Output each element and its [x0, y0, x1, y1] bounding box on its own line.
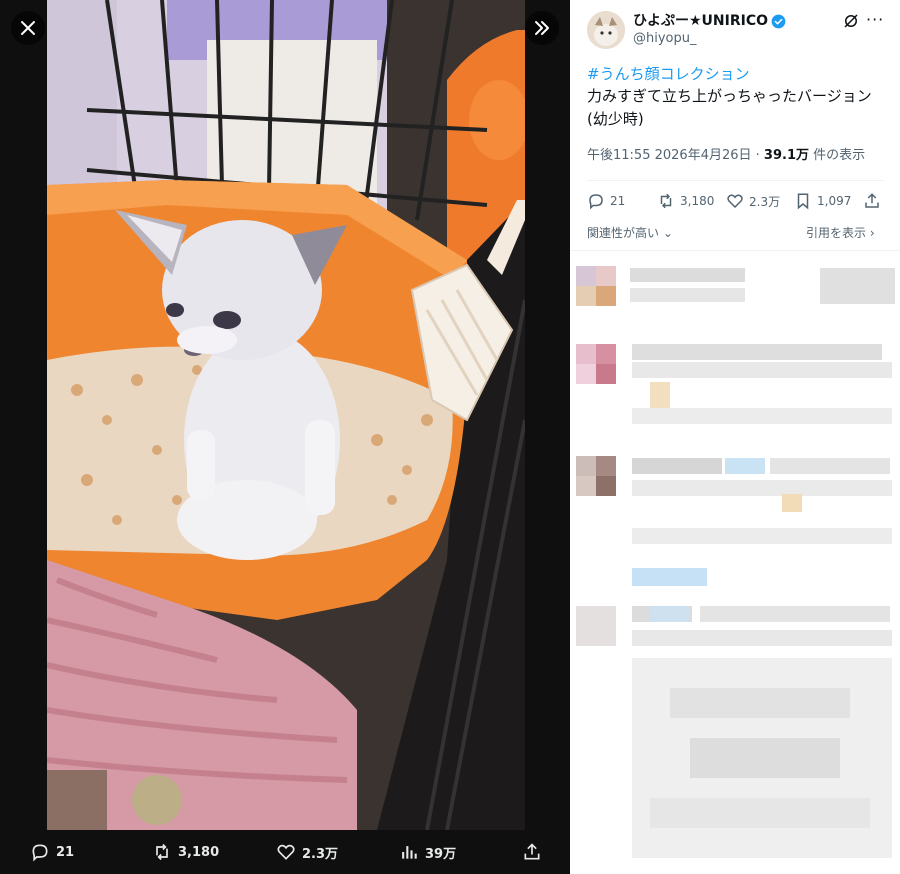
- analytics-icon: [402, 846, 417, 859]
- pixelated-line: [630, 268, 745, 282]
- pixelated-line: [632, 362, 892, 378]
- post-detail-panel: ひよぷー★UNIRICO @hiyopu_ ··· #うんち顔コレクション 力み…: [570, 0, 900, 874]
- view-quotes-link[interactable]: 引用を表示 ›: [806, 224, 875, 241]
- heart-icon: [277, 844, 295, 860]
- pixelated-line: [632, 480, 892, 496]
- divider: [587, 180, 884, 181]
- viewer-like-count: 2.3万: [302, 846, 339, 862]
- pixelated-line: [690, 738, 840, 778]
- pixelated-block: [576, 286, 596, 306]
- pixelated-line: [632, 630, 892, 646]
- pixelated-block: [576, 476, 596, 496]
- pixelated-block: [596, 344, 616, 364]
- pixelated-line: [632, 408, 892, 424]
- pixelated-line: [650, 798, 870, 828]
- pixelated-block: [596, 286, 616, 306]
- pixelated-line: [632, 458, 722, 474]
- pixelated-block: [632, 568, 707, 586]
- chevrons-glyph: [535, 21, 549, 35]
- author-handle[interactable]: @hiyopu_: [633, 30, 786, 48]
- pixelated-block: [596, 476, 616, 496]
- viewer-like-button[interactable]: 2.3万: [276, 842, 338, 862]
- kitten-litter-box-photo: [47, 0, 525, 830]
- pixelated-line: [700, 606, 890, 622]
- post-author[interactable]: ひよぷー★UNIRICO @hiyopu_: [587, 11, 786, 49]
- meta-separator: ·: [755, 148, 764, 163]
- chevron-down-icon: ⌄: [662, 226, 673, 240]
- divider: [570, 250, 900, 251]
- reply-count: 21: [610, 194, 626, 208]
- repost-button[interactable]: 3,180: [657, 192, 714, 210]
- viewer-repost-button[interactable]: 3,180: [152, 842, 219, 862]
- viewer-reply-count: 21: [56, 844, 75, 860]
- pixelated-block: [596, 456, 616, 476]
- share-button[interactable]: [863, 192, 881, 210]
- close-icon[interactable]: [11, 11, 45, 45]
- viewer-action-bar: 21 3,180 2.3万 39万: [0, 830, 570, 874]
- reply-icon: [589, 194, 603, 210]
- post-time[interactable]: 午後11:55: [587, 148, 650, 163]
- share-icon: [865, 193, 879, 208]
- author-text: ひよぷー★UNIRICO @hiyopu_: [633, 12, 786, 48]
- pixelated-block: [576, 364, 596, 384]
- grok-icon[interactable]: [842, 12, 860, 30]
- pixelated-avatar: [576, 344, 596, 364]
- post-stats-bar: 21 3,180 2.3万 1,097: [587, 192, 887, 216]
- reply-button[interactable]: 21: [587, 192, 625, 210]
- bookmark-icon: [797, 193, 809, 210]
- close-glyph: [21, 21, 35, 35]
- pixelated-line: [820, 268, 895, 304]
- pixelated-block: [782, 494, 802, 512]
- chevrons-right-icon[interactable]: [525, 11, 559, 45]
- verified-badge-icon: [771, 14, 786, 28]
- view-quotes-label: 引用を表示: [806, 226, 867, 240]
- pixelated-line: [670, 688, 850, 718]
- viewer-views-button[interactable]: 39万: [399, 842, 456, 862]
- post-meta: 午後11:55 2026年4月26日 · 39.1万 件の表示: [587, 146, 865, 166]
- reply-icon: [32, 844, 48, 862]
- post-views-label: 件の表示: [813, 148, 866, 163]
- pixelated-block: [725, 458, 765, 474]
- reply-sort-dropdown[interactable]: 関連性が高い ⌄: [587, 224, 673, 241]
- post-text: 力みすぎて立ち上がっちゃったバージョン(幼少時): [587, 87, 872, 128]
- reply-sort-label: 関連性が高い: [587, 226, 660, 240]
- avatar[interactable]: [587, 11, 625, 49]
- pixelated-line: [632, 344, 882, 360]
- post-date[interactable]: 2026年4月26日: [655, 148, 752, 163]
- pixelated-line: [632, 528, 892, 544]
- pixelated-avatar: [576, 606, 616, 646]
- post-views: 39.1万: [763, 148, 809, 163]
- post-hashtag[interactable]: #うんち顔コレクション: [587, 63, 750, 85]
- pixelated-block: [596, 364, 616, 384]
- viewer-reply-button[interactable]: 21: [30, 842, 74, 862]
- reply-list-pixelated: [570, 258, 900, 874]
- pixelated-block: [596, 266, 616, 286]
- more-options-icon[interactable]: ···: [866, 10, 884, 29]
- pixelated-avatar: [576, 266, 596, 286]
- repost-icon: [156, 843, 168, 861]
- repost-count: 3,180: [680, 194, 715, 208]
- bookmark-count: 1,097: [817, 194, 852, 208]
- bookmark-button[interactable]: 1,097: [794, 192, 851, 210]
- like-count: 2.3万: [749, 194, 781, 209]
- viewer-view-count: 39万: [425, 846, 457, 862]
- author-name-row: ひよぷー★UNIRICO: [633, 12, 786, 30]
- chevron-right-icon: ›: [869, 226, 875, 240]
- pixelated-line: [770, 458, 890, 474]
- pixelated-avatar: [576, 456, 596, 476]
- viewer-share-button[interactable]: [522, 842, 542, 862]
- viewer-repost-count: 3,180: [178, 844, 220, 860]
- media-viewer: 21 3,180 2.3万 39万: [0, 0, 570, 874]
- like-button[interactable]: 2.3万: [726, 192, 780, 210]
- heart-icon: [727, 194, 743, 209]
- post-photo[interactable]: [47, 0, 525, 830]
- share-icon: [524, 843, 540, 860]
- repost-icon: [660, 193, 672, 209]
- avatar-image: [587, 11, 625, 49]
- author-name[interactable]: ひよぷー★UNIRICO: [633, 12, 768, 30]
- pixelated-line: [630, 288, 745, 302]
- pixelated-block: [650, 606, 690, 622]
